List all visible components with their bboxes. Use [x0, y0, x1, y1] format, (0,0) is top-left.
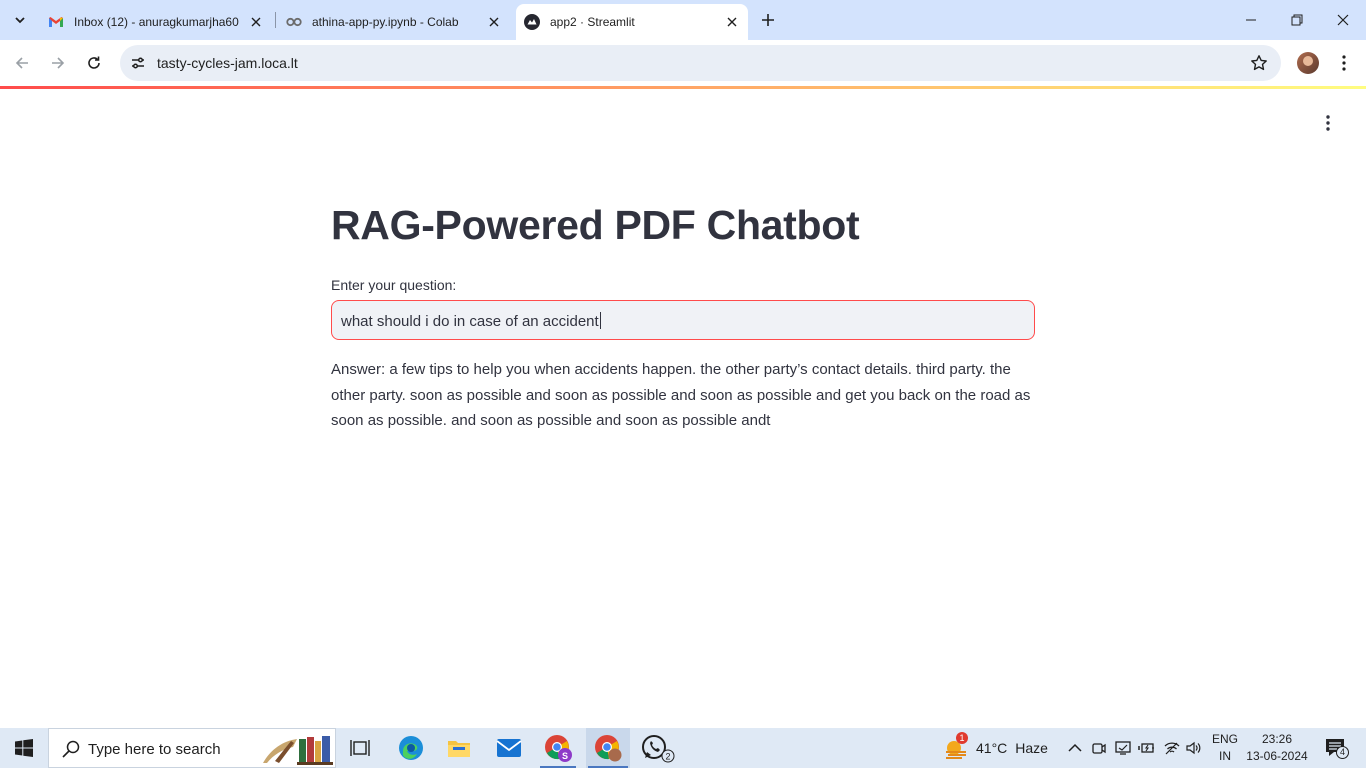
arrow-right-icon — [52, 57, 65, 69]
question-input[interactable]: what should i do in case of an accident — [331, 300, 1035, 340]
display-icon — [1115, 741, 1131, 755]
streamlit-icon — [524, 14, 540, 30]
notification-badge: 4 — [1336, 746, 1349, 759]
arrow-left-icon — [15, 57, 28, 69]
tray-volume[interactable] — [1183, 728, 1205, 768]
restore-icon — [1291, 14, 1303, 26]
address-text: tasty-cycles-jam.loca.lt — [157, 55, 298, 71]
mail-icon — [496, 739, 522, 757]
input-language[interactable]: ENG IN — [1208, 731, 1242, 765]
bookmark-star-icon[interactable] — [1249, 53, 1269, 73]
clock-date: 13-06-2024 — [1246, 749, 1308, 763]
streamlit-decoration-bar — [0, 86, 1366, 89]
tray-overflow-button[interactable] — [1064, 728, 1086, 768]
page-title: RAG-Powered PDF Chatbot — [331, 202, 860, 248]
wifi-icon — [1164, 742, 1180, 755]
tray-meet-now[interactable] — [1089, 728, 1109, 768]
whatsapp-icon: 2 — [642, 735, 675, 763]
weather-desc: Haze — [1015, 740, 1048, 756]
folder-icon — [448, 741, 470, 757]
taskbar-edge[interactable] — [392, 728, 430, 768]
taskbar-chrome-active[interactable] — [586, 728, 630, 768]
tab-gmail[interactable]: Inbox (12) - anuragkumarjha60 — [40, 4, 272, 40]
clock-time: 23:26 — [1261, 732, 1293, 746]
close-icon[interactable] — [246, 12, 266, 32]
app-main-menu-button[interactable] — [1318, 113, 1338, 133]
edge-icon — [399, 736, 423, 760]
taskbar-search-box[interactable]: Type here to search — [48, 728, 336, 768]
minimize-button[interactable] — [1228, 0, 1274, 40]
close-icon — [1337, 14, 1349, 26]
colab-icon — [286, 14, 302, 30]
chrome-icon: S — [545, 735, 572, 762]
plus-icon — [762, 14, 774, 26]
task-view-button[interactable] — [343, 728, 377, 768]
address-bar[interactable]: tasty-cycles-jam.loca.lt — [120, 45, 1281, 81]
battery-plug-icon — [1138, 743, 1154, 753]
tray-device-icon[interactable] — [1112, 728, 1134, 768]
back-button[interactable] — [8, 49, 36, 77]
forward-button[interactable] — [44, 49, 72, 77]
question-text: what should i do in case of an accident — [341, 313, 599, 330]
tab-colab[interactable]: athina-app-py.ipynb - Colab — [278, 4, 510, 40]
search-icon — [61, 739, 81, 759]
tab-strip: Inbox (12) - anuragkumarjha60 athina-app… — [0, 0, 1366, 40]
close-window-button[interactable] — [1320, 0, 1366, 40]
new-tab-button[interactable] — [756, 8, 780, 32]
close-icon[interactable] — [722, 12, 742, 32]
notification-center-button[interactable]: 4 — [1316, 728, 1356, 768]
weather-icon: 1 — [944, 732, 970, 760]
question-label: Enter your question: — [331, 277, 457, 293]
answer-text: Answer: a few tips to help you when acci… — [331, 361, 1031, 429]
question-input-value: what should i do in case of an accident — [341, 312, 601, 330]
kebab-menu-icon — [1326, 115, 1330, 131]
language-region: IN — [1219, 749, 1231, 763]
close-icon[interactable] — [484, 12, 504, 32]
task-view-icon — [350, 740, 370, 756]
speaker-icon — [1186, 741, 1201, 755]
kebab-menu-icon — [1342, 55, 1346, 71]
tab-title: athina-app-py.ipynb - Colab — [312, 15, 459, 29]
chevron-down-icon — [15, 17, 25, 24]
reload-button[interactable] — [80, 49, 108, 77]
weather-alert-badge: 1 — [956, 732, 968, 744]
whatsapp-badge: 2 — [665, 752, 670, 762]
gmail-icon — [48, 14, 64, 30]
chrome-icon — [595, 735, 622, 762]
svg-text:S: S — [562, 751, 568, 761]
restore-button[interactable] — [1274, 0, 1320, 40]
chevron-up-icon — [1068, 743, 1082, 752]
search-highlight-illustration-icon — [263, 736, 333, 765]
system-clock[interactable]: 23:26 13-06-2024 — [1246, 731, 1308, 765]
tab-streamlit[interactable]: app2 · Streamlit — [516, 4, 748, 40]
search-placeholder: Type here to search — [88, 741, 221, 758]
tab-separator — [275, 12, 276, 28]
taskbar-chrome-profile-s[interactable]: S — [538, 728, 578, 768]
weather-widget[interactable]: 1 41°C Haze — [944, 728, 1048, 768]
tab-search-button[interactable] — [8, 8, 32, 32]
taskbar-file-explorer[interactable] — [440, 728, 478, 768]
tray-battery[interactable] — [1136, 728, 1158, 768]
profile-avatar[interactable] — [1297, 52, 1319, 74]
start-button[interactable] — [0, 728, 48, 768]
reload-icon — [88, 56, 100, 69]
weather-temp: 41°C — [976, 740, 1008, 756]
site-info-icon[interactable] — [128, 53, 148, 73]
language-code: ENG — [1211, 732, 1238, 746]
tray-network[interactable] — [1160, 728, 1184, 768]
notification-icon: 4 — [1324, 737, 1349, 759]
windows-logo-icon — [15, 739, 33, 757]
camera-icon — [1092, 743, 1106, 754]
text-caret — [599, 312, 601, 329]
tab-title: app2 · Streamlit — [550, 15, 635, 29]
minimize-icon — [1246, 19, 1256, 21]
taskbar-mail[interactable] — [490, 728, 528, 768]
browser-menu-button[interactable] — [1334, 52, 1354, 74]
tab-title: Inbox (12) - anuragkumarjha60 — [74, 15, 239, 29]
taskbar-whatsapp[interactable]: 2 — [638, 728, 678, 768]
